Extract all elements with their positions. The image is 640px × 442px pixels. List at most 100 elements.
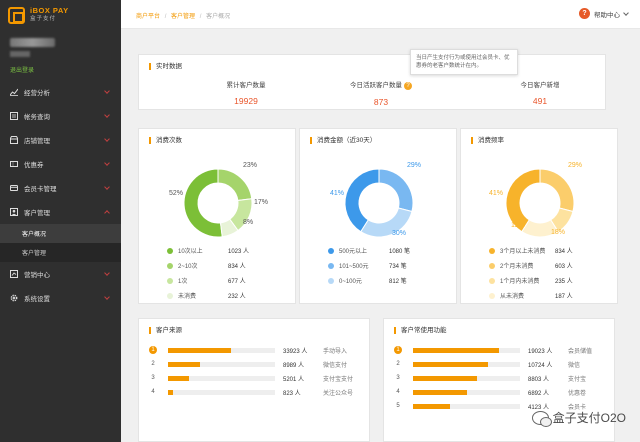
- sidebar-item-ledger[interactable]: 帐务查询: [0, 104, 121, 128]
- sidebar-subitem-customer-manage[interactable]: 客户管理: [0, 243, 121, 262]
- bar-fill: [168, 375, 190, 381]
- pct-label: 30%: [392, 230, 407, 237]
- row-name: 手动导入: [323, 348, 348, 355]
- sidebar-item-customers[interactable]: 客户管理: [0, 200, 121, 224]
- bar-fill: [413, 375, 478, 381]
- bar-track: [168, 347, 275, 353]
- legend-dot: [489, 277, 495, 284]
- rank-badge: 2: [151, 361, 155, 367]
- row-name: 关注公众号: [323, 390, 354, 397]
- sidebar-item-coupon[interactable]: 优惠券: [0, 152, 121, 176]
- bar-track: [413, 347, 520, 353]
- stat-value: 873: [373, 97, 389, 107]
- legend-item: 1次 677 人: [167, 273, 287, 288]
- donut-card-frequency-count: 消费次数 52% 23% 17% 8% 10次以上 1023 人 2~10次 834…: [138, 128, 296, 304]
- legend-dot: [167, 262, 173, 269]
- pct-label: 41%: [330, 190, 345, 197]
- sidebar-item-settings[interactable]: 系统设置: [0, 286, 121, 310]
- list-item: 3 5201 人 支付宝支付: [149, 372, 369, 384]
- donut-card-amount: 消费金额（近30天） 41% 29% 30% 500元以上 1080 笔 101~…: [299, 128, 457, 304]
- list-item: 4 6892 人 优惠卷: [394, 386, 614, 398]
- legend-item: 3个月以上未消费 834 人: [489, 243, 609, 258]
- card-title: 实时数据: [149, 63, 182, 70]
- legend-item: 0~100元 812 笔: [328, 273, 448, 288]
- row-count: 8803 人: [528, 376, 550, 383]
- breadcrumb-separator: /: [199, 14, 202, 20]
- question-icon[interactable]: ?: [404, 82, 412, 90]
- sidebar-item-analysis[interactable]: 经营分析: [0, 80, 121, 104]
- legend-item: 10次以上 1023 人: [167, 243, 287, 258]
- legend-dot: [167, 277, 173, 284]
- donut-slice[interactable]: [217, 168, 253, 202]
- rank-badge: 1: [149, 346, 157, 354]
- user-name-blurred: [10, 38, 55, 47]
- top-bar: 商户平台 / 客户管理 / 客户概况 ? 帮助中心: [121, 0, 640, 29]
- logo[interactable]: iBOX PAY 盒子支付: [8, 6, 69, 24]
- pct-label: 17%: [254, 199, 269, 206]
- bar-track: [413, 375, 520, 381]
- sidebar-subitem-overview[interactable]: 客户概况: [0, 224, 121, 243]
- sidebar-item-label: 会员卡管理: [24, 186, 57, 193]
- legend: 10次以上 1023 人 2~10次 834 人 1次 677 人 未消费 232 人: [167, 243, 287, 303]
- legend-item: 1个月内未消费 235 人: [489, 273, 609, 288]
- trend-icon: [10, 88, 18, 96]
- chevron-down-icon: [104, 184, 110, 190]
- row-count: 823 人: [283, 390, 301, 397]
- pct-label: 29%: [568, 162, 583, 169]
- legend-item: 从未消费 187 人: [489, 288, 609, 303]
- list-item: 2 10724 人 微信: [394, 358, 614, 370]
- legend-dot: [489, 262, 495, 269]
- sidebar-item-store[interactable]: 店铺管理: [0, 128, 121, 152]
- row-name: 支付宝: [568, 376, 587, 383]
- sidebar-item-label: 优惠券: [24, 162, 44, 169]
- bar-track: [413, 389, 520, 395]
- legend-item: 101~500元 734 笔: [328, 258, 448, 273]
- breadcrumb-item-customers[interactable]: 客户管理: [171, 14, 195, 20]
- sidebar-item-member-card[interactable]: 会员卡管理: [0, 176, 121, 200]
- rank-badge: 1: [394, 346, 402, 354]
- chevron-down-icon: [104, 112, 110, 118]
- list-item: 4 823 人 关注公众号: [149, 386, 369, 398]
- bar-fill: [168, 389, 174, 395]
- bar-fill: [413, 347, 499, 353]
- row-name: 支付宝支付: [323, 376, 354, 383]
- logout-link[interactable]: 退出登录: [10, 65, 55, 74]
- bar-fill: [413, 361, 488, 367]
- help-center-button[interactable]: ? 帮助中心: [579, 8, 629, 19]
- store-icon: [10, 136, 18, 144]
- chevron-down-icon: [104, 88, 110, 94]
- sidebar-item-label: 客户管理: [24, 210, 50, 217]
- list-item: 2 8989 人 微信支付: [149, 358, 369, 370]
- rank-badge: 3: [396, 375, 400, 381]
- rank-badge: 5: [396, 403, 400, 409]
- legend-item: 未消费 232 人: [167, 288, 287, 303]
- logo-text-en: iBOX PAY: [30, 6, 69, 15]
- bar-track: [168, 375, 275, 381]
- donut-slice[interactable]: [378, 168, 414, 213]
- donut-slice[interactable]: [183, 168, 223, 238]
- donut-slice[interactable]: [539, 168, 575, 213]
- stat-label: 累计客户数量: [226, 82, 266, 89]
- chevron-up-icon: [104, 210, 110, 216]
- stat-label: 今日活跃客户数量?: [321, 79, 441, 90]
- watermark-text: 盒子支付O2O: [552, 411, 626, 425]
- rank-badge: 2: [396, 361, 400, 367]
- breadcrumb-item-platform[interactable]: 商户平台: [136, 14, 160, 20]
- realtime-card: 实时数据 累计客户数量 19929 今日活跃客户数量? 873 今日客户新增 4…: [138, 54, 606, 110]
- legend-dot: [489, 247, 495, 254]
- pct-label: 52%: [169, 190, 184, 197]
- donut-card-frequency: 消费频率 41% 29% 12% 18% 3个月以上未消费 834 人 2个月未消…: [460, 128, 618, 304]
- pct-label: 8%: [243, 219, 254, 226]
- user-icon: [10, 208, 18, 216]
- help-center-label: 帮助中心: [594, 11, 620, 19]
- sidebar-item-label: 帐务查询: [24, 114, 50, 121]
- chevron-down-icon: [104, 136, 110, 142]
- ledger-icon: [10, 112, 18, 120]
- sidebar: iBOX PAY 盒子支付 退出登录 经营分析 帐务查询 店铺管理 优惠券 会员…: [0, 0, 121, 442]
- sidebar-item-label: 店铺管理: [24, 138, 50, 145]
- chevron-down-icon: [623, 9, 629, 16]
- watermark: 盒子支付O2O: [531, 409, 626, 427]
- legend-item: 500元以上 1080 笔: [328, 243, 448, 258]
- sidebar-item-marketing[interactable]: 营销中心: [0, 262, 121, 286]
- breadcrumb-item-current: 客户概况: [206, 14, 231, 20]
